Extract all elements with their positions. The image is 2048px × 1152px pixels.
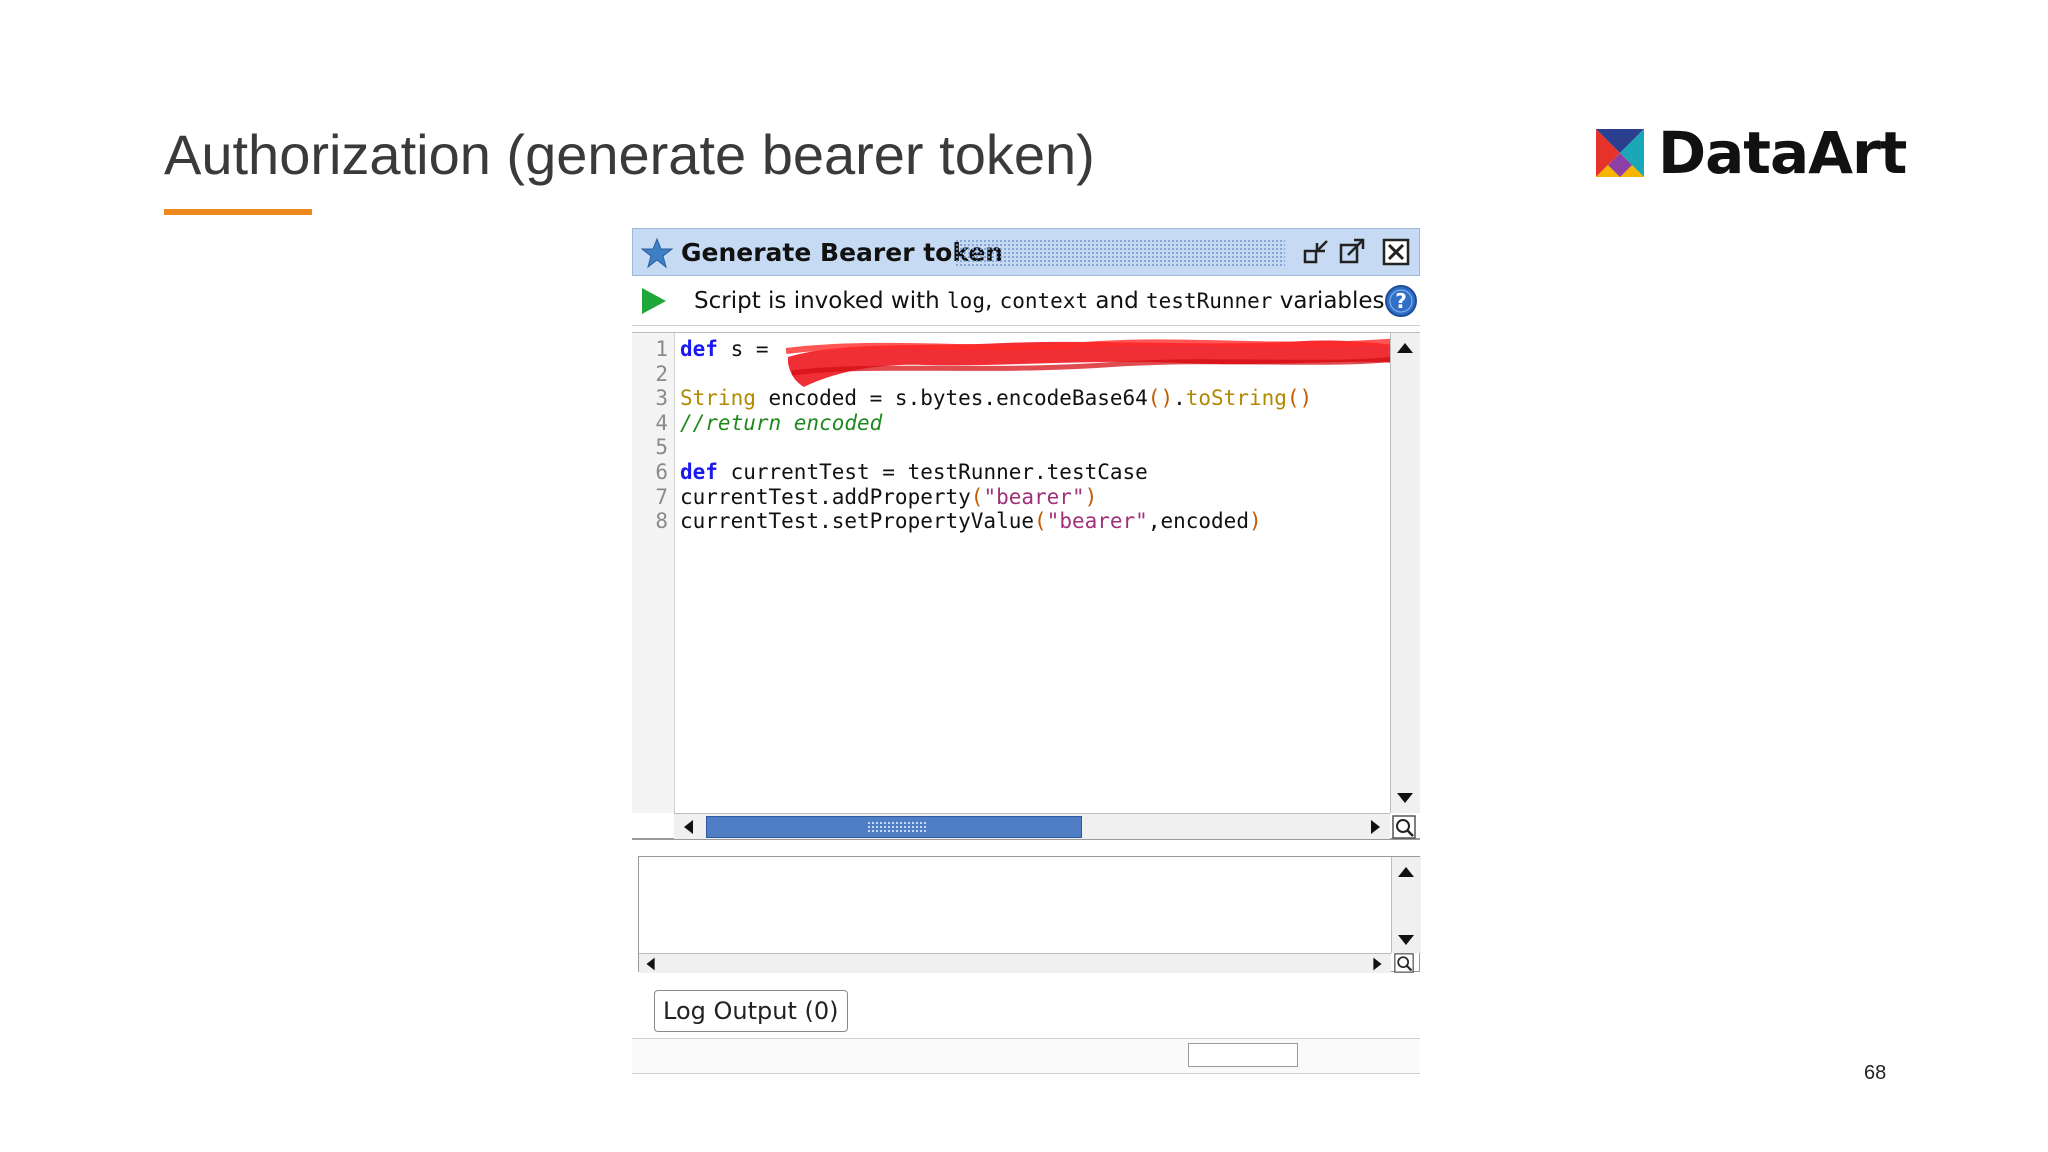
line-number: 6: [655, 460, 668, 484]
thumb-grip: [867, 821, 927, 833]
info-sep1: ,: [984, 288, 1000, 314]
status-field: [1188, 1043, 1298, 1067]
code-text: s =: [717, 337, 782, 361]
redaction-scribble: [785, 338, 1399, 387]
code-line-1: def s =: [680, 337, 781, 361]
paren: (: [1034, 509, 1047, 533]
zoom-icon[interactable]: [1392, 815, 1416, 839]
scroll-down-icon[interactable]: [1393, 785, 1417, 811]
paren: (: [970, 485, 984, 509]
star-icon: [641, 237, 673, 269]
dataart-logo: DataArt: [1596, 119, 1907, 187]
info-suffix: variables: [1272, 288, 1385, 314]
dataart-logo-icon: [1596, 129, 1644, 177]
code-line-4: //return encoded: [680, 411, 882, 435]
log-output-panel[interactable]: [638, 856, 1421, 973]
type-keyword: String: [680, 386, 756, 410]
script-info-text: Script is invoked with log, context and …: [694, 288, 1385, 314]
svg-text:?: ?: [1395, 289, 1407, 313]
slide-title: Authorization (generate bearer token): [164, 123, 1095, 186]
paren: (): [1286, 386, 1313, 410]
string-literal: "bearer": [983, 485, 1085, 509]
code-text: currentTest.setPropertyValue: [680, 509, 1035, 533]
info-sep2: and: [1088, 288, 1147, 314]
log-horizontal-scrollbar[interactable]: [639, 953, 1391, 973]
run-icon[interactable]: [640, 286, 668, 316]
script-info-bar: Script is invoked with log, context and …: [632, 276, 1420, 326]
code-text: .: [1173, 386, 1186, 410]
paren: ): [1248, 509, 1262, 533]
log-vertical-scrollbar[interactable]: [1391, 857, 1421, 953]
code-text: ,encoded: [1147, 509, 1249, 533]
editor-vertical-scrollbar[interactable]: [1390, 333, 1420, 813]
code-text: currentTest.addProperty: [680, 485, 971, 509]
info-var-log: log: [947, 289, 985, 313]
code-line-6: def currentTest = testRunner.testCase: [680, 460, 1148, 484]
help-icon[interactable]: ?: [1384, 284, 1418, 318]
page-number: 68: [1864, 1062, 1887, 1084]
paren: ): [1084, 485, 1098, 509]
window-titlebar[interactable]: Generate Bearer token: [632, 228, 1420, 276]
scroll-right-icon[interactable]: [1364, 816, 1386, 838]
code-line-3: String encoded = s.bytes.encodeBase64().…: [680, 386, 1312, 410]
line-number: 3: [655, 386, 668, 410]
detach-icon[interactable]: [1337, 237, 1367, 267]
scroll-up-icon[interactable]: [1394, 859, 1418, 885]
editor-horizontal-scrollbar[interactable]: [674, 813, 1390, 839]
code-line-8: currentTest.setPropertyValue("bearer",en…: [680, 509, 1262, 533]
line-number: 2: [655, 362, 668, 386]
titlebar-grip[interactable]: [955, 239, 1285, 267]
scroll-up-icon[interactable]: [1393, 335, 1417, 361]
line-number: 7: [655, 485, 668, 509]
close-icon[interactable]: [1381, 237, 1411, 267]
status-bar: [632, 1038, 1420, 1074]
script-editor-window: Generate Bearer token Script is invoked …: [632, 228, 1421, 1120]
scroll-left-icon[interactable]: [678, 816, 700, 838]
info-var-context: context: [999, 289, 1089, 313]
log-output-tab[interactable]: Log Output (0): [654, 990, 848, 1032]
zoom-icon[interactable]: [1393, 953, 1415, 973]
scroll-left-icon[interactable]: [641, 954, 661, 974]
code-text: encoded = s.bytes.encodeBase64: [755, 386, 1148, 410]
keyword: def: [680, 460, 718, 484]
horizontal-scroll-thumb[interactable]: [706, 816, 1082, 838]
info-prefix: Script is invoked with: [694, 288, 948, 314]
line-number: 4: [655, 411, 668, 435]
paren: (): [1147, 386, 1174, 410]
code-line-7: currentTest.addProperty("bearer"): [680, 485, 1097, 509]
string-literal: "bearer": [1046, 509, 1148, 533]
scroll-right-icon[interactable]: [1367, 954, 1387, 974]
line-number: 8: [655, 509, 668, 533]
code-text: currentTest = testRunner.testCase: [717, 460, 1148, 484]
method-call: toString: [1185, 386, 1287, 410]
info-var-testrunner: testRunner: [1146, 289, 1273, 313]
title-underline: [164, 209, 312, 215]
line-number: 5: [655, 435, 668, 459]
logo-text: DataArt: [1658, 119, 1907, 187]
line-number-gutter: 1 2 3 4 5 6 7 8: [632, 333, 675, 813]
script-editor[interactable]: 1 2 3 4 5 6 7 8 def s = String encoded =…: [632, 332, 1420, 840]
minimize-icon[interactable]: [1301, 237, 1331, 267]
keyword: def: [680, 337, 718, 361]
line-number: 1: [655, 337, 668, 361]
comment: //return encoded: [680, 411, 883, 435]
scroll-down-icon[interactable]: [1394, 927, 1418, 953]
